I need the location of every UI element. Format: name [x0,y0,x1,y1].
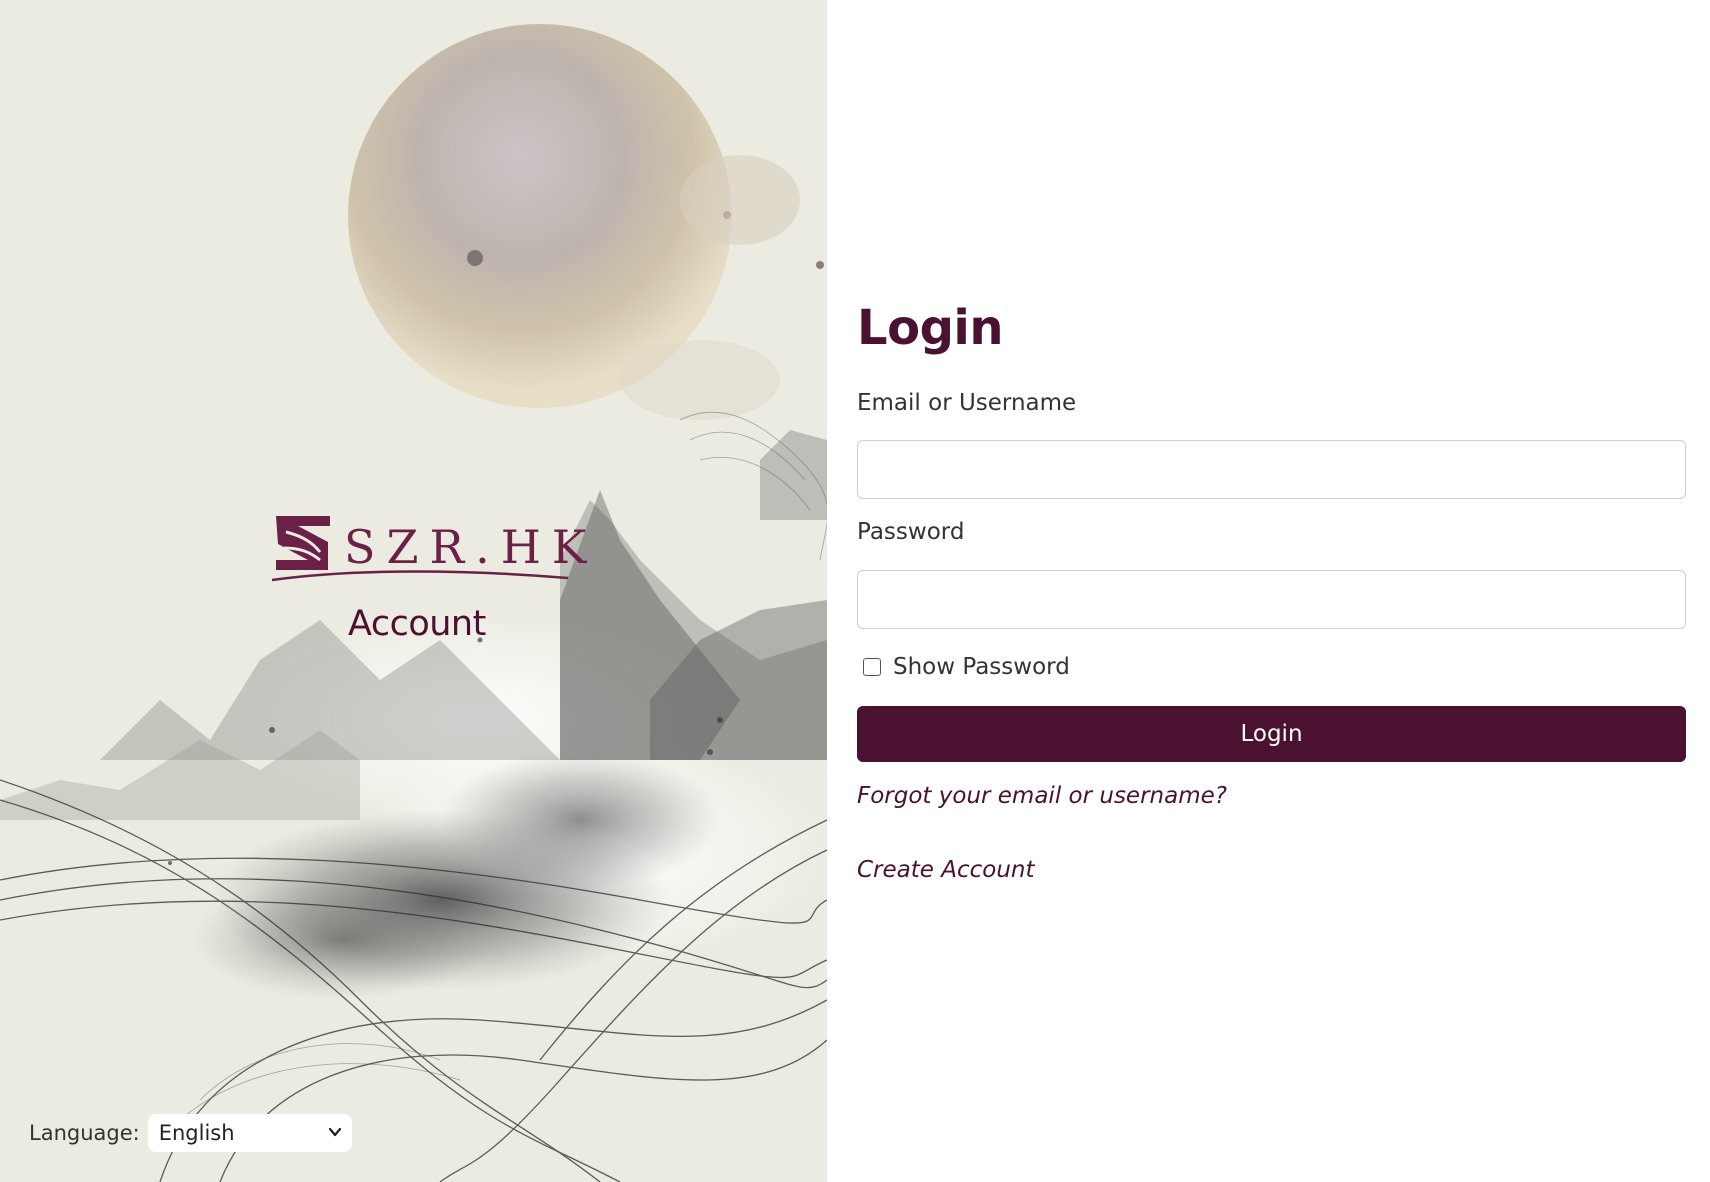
brand-swoosh [271,570,569,582]
email-field[interactable] [857,440,1686,499]
chevron-down-icon [328,1127,341,1137]
show-password-label[interactable]: Show Password [893,654,1070,680]
language-selector: Language: English [29,1114,352,1152]
ink-landscape-illustration [0,0,827,1182]
brand-name: SZR.HK [344,520,598,574]
show-password-row: Show Password [863,654,1070,680]
show-password-checkbox[interactable] [863,658,881,676]
login-button[interactable]: Login [857,706,1686,762]
email-label: Email or Username [857,390,1077,416]
create-account-link[interactable]: Create Account [857,857,1035,883]
login-page: SZR.HK Account Language: English Login E… [0,0,1710,1182]
brand-mark-icon [276,516,330,570]
password-label: Password [857,519,965,545]
language-select[interactable]: English [147,1114,352,1152]
page-title: Login [857,300,1004,356]
language-label: Language: [29,1121,140,1145]
brand-logo: SZR.HK [270,508,586,582]
artwork-panel: SZR.HK Account Language: English [0,0,827,1182]
brand-subtitle: Account [348,604,486,644]
forgot-username-link[interactable]: Forgot your email or username? [857,783,1227,809]
password-field[interactable] [857,570,1686,629]
language-selected-value: English [158,1121,235,1145]
